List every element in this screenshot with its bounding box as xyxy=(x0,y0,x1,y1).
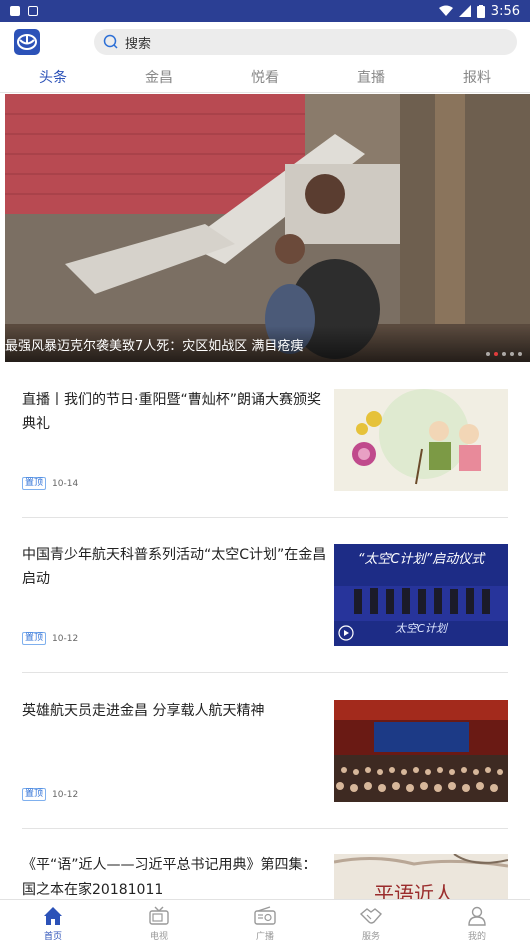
nav-tv[interactable]: 电视 xyxy=(119,900,199,945)
news-meta: 置顶 10-14 xyxy=(22,477,78,490)
signal-icon xyxy=(458,5,471,17)
nav-home[interactable]: 首页 xyxy=(13,900,93,945)
hero-image xyxy=(5,94,530,362)
handshake-icon xyxy=(360,908,382,924)
news-item[interactable]: 英雄航天员走进金昌 分享载人航天精神 置顶 10-12 xyxy=(22,699,508,804)
news-title: 直播丨我们的节日·重阳暨“曹灿杯”朗诵大赛颁奖典礼 xyxy=(22,392,321,432)
news-date: 10-12 xyxy=(52,789,79,800)
user-icon xyxy=(468,906,486,926)
search-icon xyxy=(103,34,118,49)
radio-icon xyxy=(254,906,276,925)
nav-service[interactable]: 服务 xyxy=(331,900,411,945)
nav-label: 服务 xyxy=(361,932,380,942)
thumbnail-subheading: 太空C计划 xyxy=(395,622,447,635)
news-date: 10-12 xyxy=(52,633,79,644)
divider xyxy=(22,828,508,829)
nav-label: 我的 xyxy=(467,932,486,942)
thumbnail-heading: “太空C计划”启动仪式 xyxy=(357,552,485,567)
battery-icon xyxy=(476,4,485,18)
news-title: 英雄航天员走进金昌 分享载人航天精神 xyxy=(22,703,265,719)
tab-jinchang[interactable]: 金昌 xyxy=(129,67,189,87)
hero-caption: 最强风暴迈克尔袭美致7人死：灾区如战区 满目疮痍 xyxy=(5,326,530,362)
nav-label: 广播 xyxy=(255,932,274,942)
nav-profile[interactable]: 我的 xyxy=(437,900,517,945)
tab-live[interactable]: 直播 xyxy=(341,67,401,87)
notification-a-icon xyxy=(28,6,38,16)
home-icon xyxy=(44,907,62,925)
news-meta: 置顶 10-12 xyxy=(22,632,78,645)
carousel-dot[interactable] xyxy=(518,352,522,356)
thumbnail-heading: 平语近人 xyxy=(374,882,454,899)
status-time: 3:56 xyxy=(490,3,520,19)
news-thumbnail: 平语近人 xyxy=(334,854,508,899)
carousel-dot[interactable] xyxy=(486,352,490,356)
news-title: 中国青少年航天科普系列活动“太空C计划”在金昌启动 xyxy=(22,547,327,587)
status-bar: 3:56 xyxy=(0,0,530,22)
tab-report[interactable]: 报料 xyxy=(447,67,507,87)
news-date: 10-14 xyxy=(52,478,79,489)
carousel-dot[interactable] xyxy=(502,352,506,356)
notification-icon xyxy=(10,6,20,16)
wifi-icon xyxy=(438,5,453,16)
bottom-navigation: 首页 电视 广播 服务 我的 xyxy=(0,899,530,945)
nav-radio[interactable]: 广播 xyxy=(225,900,305,945)
news-item[interactable]: 直播丨我们的节日·重阳暨“曹灿杯”朗诵大赛颁奖典礼 置顶 10-14 xyxy=(22,388,508,493)
tv-icon xyxy=(149,906,169,925)
news-item[interactable]: 中国青少年航天科普系列活动“太空C计划”在金昌启动 置顶 10-12 “太空C计… xyxy=(22,543,508,648)
divider xyxy=(22,672,508,673)
carousel-dots xyxy=(486,352,522,356)
category-tabs: 头条 金昌 悦看 直播 报料 xyxy=(0,62,530,93)
news-thumbnail xyxy=(334,700,508,802)
news-thumbnail: “太空C计划”启动仪式 太空C计划 xyxy=(334,544,508,646)
pinned-badge: 置顶 xyxy=(22,632,47,645)
app-header: 搜索 xyxy=(0,22,530,62)
news-meta: 置顶 10-12 xyxy=(22,788,78,801)
pinned-badge: 置顶 xyxy=(22,477,47,490)
search-placeholder: 搜索 xyxy=(125,36,152,52)
tab-headlines[interactable]: 头条 xyxy=(23,67,83,87)
tab-yuekan[interactable]: 悦看 xyxy=(235,67,295,87)
nav-label: 首页 xyxy=(43,932,62,942)
app-logo-icon[interactable] xyxy=(14,29,40,55)
hero-banner[interactable]: 最强风暴迈克尔袭美致7人死：灾区如战区 满目疮痍 xyxy=(5,94,530,362)
carousel-dot-active[interactable] xyxy=(494,352,498,356)
news-title: 《平“语”近人——习近平总书记用典》第四集：国之本在家20181011 xyxy=(22,857,317,898)
pinned-badge: 置顶 xyxy=(22,788,47,801)
divider xyxy=(22,517,508,518)
nav-label: 电视 xyxy=(149,932,168,942)
search-bar[interactable]: 搜索 xyxy=(94,29,517,55)
news-thumbnail xyxy=(334,389,508,491)
news-item[interactable]: 《平“语”近人——习近平总书记用典》第四集：国之本在家20181011 平语近人 xyxy=(22,853,508,899)
carousel-dot[interactable] xyxy=(510,352,514,356)
